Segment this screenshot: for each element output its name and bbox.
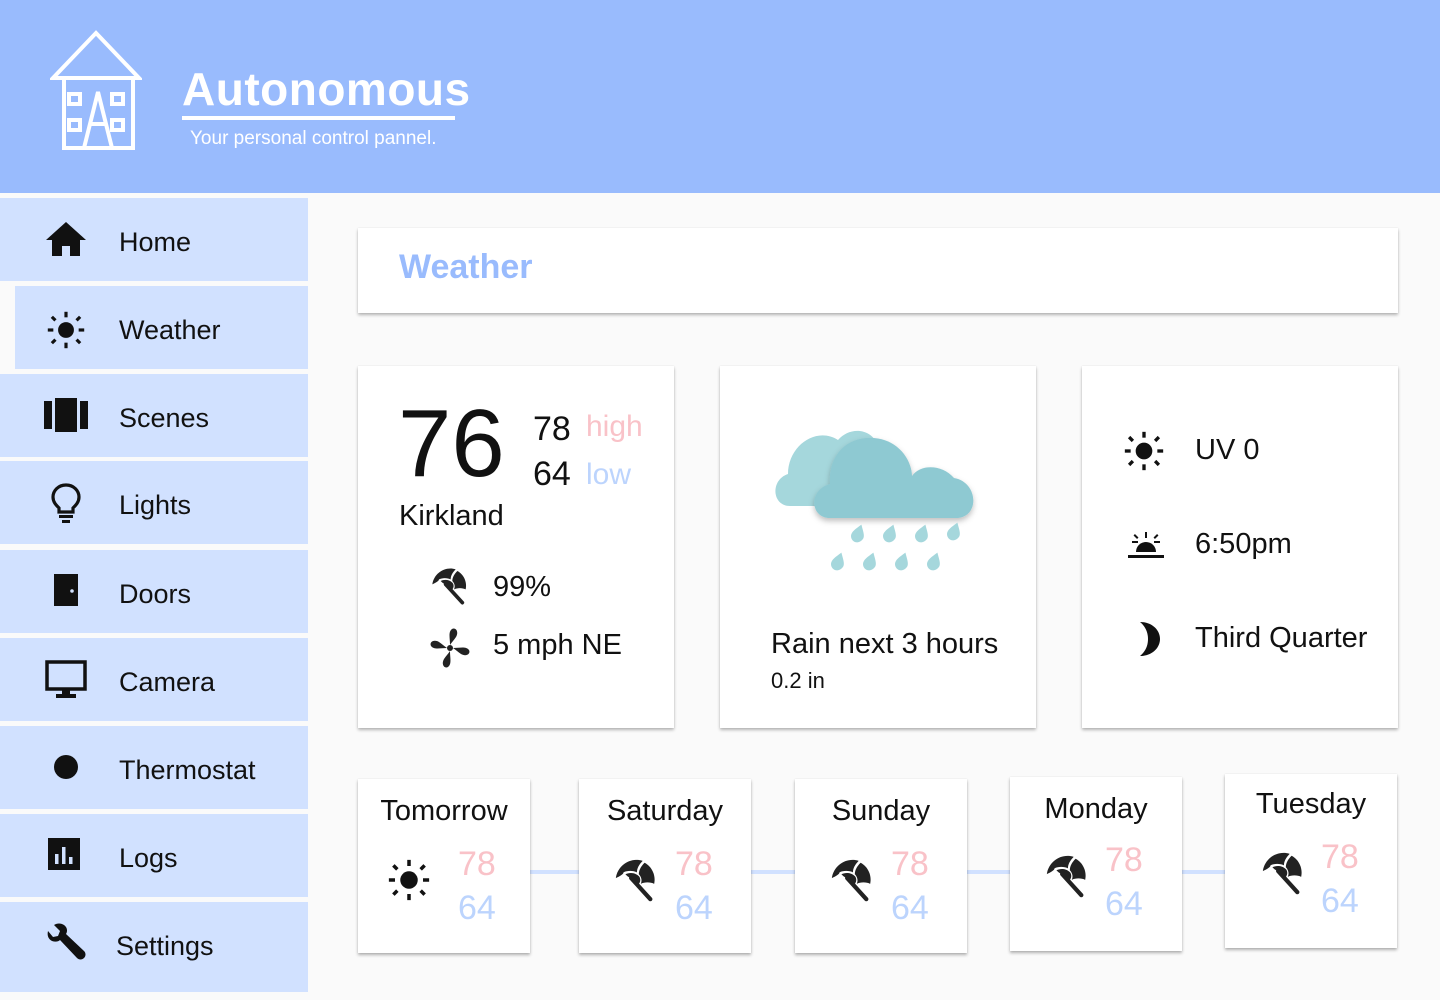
sidebar-item-label: Home — [119, 227, 192, 257]
monitor-icon — [45, 660, 87, 698]
sunset-icon — [1128, 532, 1164, 558]
forecast-low: 64 — [458, 889, 496, 927]
umbrella-icon — [828, 857, 874, 903]
brand-underline — [182, 116, 455, 120]
sidebar-item-label: Logs — [119, 843, 178, 873]
forecast-day-card: Tomorrow 78 64 — [358, 779, 530, 953]
rain-forecast-card: Rain next 3 hours 0.2 in — [720, 366, 1036, 728]
sidebar-item-settings[interactable]: Settings — [0, 902, 308, 992]
sidebar-item-camera[interactable]: Camera — [0, 638, 308, 721]
forecast-connector — [1182, 870, 1226, 874]
rain-forecast-title: Rain next 3 hours — [771, 628, 999, 660]
umbrella-icon — [429, 566, 469, 606]
forecast-low: 64 — [891, 889, 929, 927]
high-temperature: 78 — [533, 410, 571, 448]
sunset-time: 6:50pm — [1195, 528, 1292, 560]
forecast-low: 64 — [675, 889, 713, 927]
forecast-day-label: Monday — [1044, 793, 1148, 825]
uv-index: UV 0 — [1195, 434, 1260, 466]
sun-icon — [47, 311, 85, 349]
sidebar-item-thermostat[interactable]: Thermostat — [0, 726, 308, 809]
forecast-connector — [751, 870, 795, 874]
app-header: Autonomous Your personal control pannel. — [0, 0, 1440, 193]
forecast-high: 78 — [1321, 838, 1359, 876]
wind-speed: 5 mph NE — [493, 629, 622, 661]
sidebar-item-lights[interactable]: Lights — [0, 461, 308, 544]
forecast-high: 78 — [891, 845, 929, 883]
forecast-low: 64 — [1321, 882, 1359, 920]
sidebar-item-label: Camera — [119, 667, 216, 697]
low-temperature: 64 — [533, 455, 571, 493]
door-icon — [54, 574, 78, 606]
scenes-icon — [44, 398, 88, 432]
bar-chart-icon — [48, 838, 80, 870]
sidebar-item-home[interactable]: Home — [0, 198, 308, 281]
details-card: UV 0 6:50pm Third Quarter — [1082, 366, 1398, 728]
forecast-day-label: Sunday — [831, 795, 931, 827]
umbrella-icon — [1259, 850, 1305, 896]
wrench-icon — [47, 923, 86, 960]
sidebar-item-label: Thermostat — [119, 755, 256, 785]
page-title: Weather — [399, 248, 533, 286]
low-label: low — [586, 458, 632, 491]
current-conditions-card: 76 78 high 64 low Kirkland 99% 5 mph NE — [358, 366, 674, 728]
sidebar-item-label: Weather — [119, 315, 221, 345]
forecast-day-card: Monday 78 64 — [1010, 777, 1182, 951]
page-title-card: Weather — [358, 228, 1398, 313]
fan-icon — [430, 628, 470, 668]
moon-icon — [1140, 622, 1160, 656]
home-icon — [46, 222, 86, 256]
brand-subtitle: Your personal control pannel. — [190, 128, 437, 149]
forecast-high: 78 — [675, 845, 713, 883]
city-name: Kirkland — [399, 500, 504, 532]
forecast-day-label: Tomorrow — [380, 795, 508, 827]
circle-icon — [54, 755, 78, 779]
sidebar-item-label: Scenes — [119, 403, 210, 433]
forecast-day-label: Saturday — [606, 795, 724, 827]
sidebar-item-label: Lights — [119, 490, 192, 520]
sun-icon — [388, 859, 430, 901]
house-logo-icon — [50, 30, 142, 150]
rain-cloud-icon — [775, 430, 974, 571]
umbrella-icon — [1043, 853, 1089, 899]
moon-phase: Third Quarter — [1195, 622, 1368, 654]
forecast-day-card: Tuesday 78 64 — [1225, 774, 1397, 948]
sidebar-item-doors[interactable]: Doors — [0, 550, 308, 633]
forecast-day-card: Sunday 78 64 — [795, 779, 967, 953]
umbrella-icon — [612, 857, 658, 903]
brand-title: Autonomous — [182, 63, 471, 115]
sidebar-item-scenes[interactable]: Scenes — [0, 374, 308, 457]
precipitation-chance: 99% — [493, 571, 552, 603]
forecast-day-card: Saturday 78 64 — [579, 779, 751, 953]
rain-amount: 0.2 in — [771, 668, 825, 693]
sidebar-item-label: Settings — [116, 931, 214, 961]
sidebar-item-logs[interactable]: Logs — [0, 814, 308, 897]
current-temperature: 76 — [398, 390, 505, 497]
sidebar-item-label: Doors — [119, 579, 192, 609]
lightbulb-icon — [51, 483, 81, 523]
sun-icon — [1124, 431, 1164, 471]
sidebar-item-weather[interactable]: Weather — [0, 286, 308, 369]
forecast-connector — [967, 870, 1011, 874]
forecast-high: 78 — [1105, 841, 1143, 879]
high-label: high — [586, 410, 643, 443]
forecast-day-label: Tuesday — [1255, 788, 1367, 820]
forecast-low: 64 — [1105, 885, 1143, 923]
forecast-connector — [530, 870, 580, 874]
forecast-high: 78 — [458, 845, 496, 883]
